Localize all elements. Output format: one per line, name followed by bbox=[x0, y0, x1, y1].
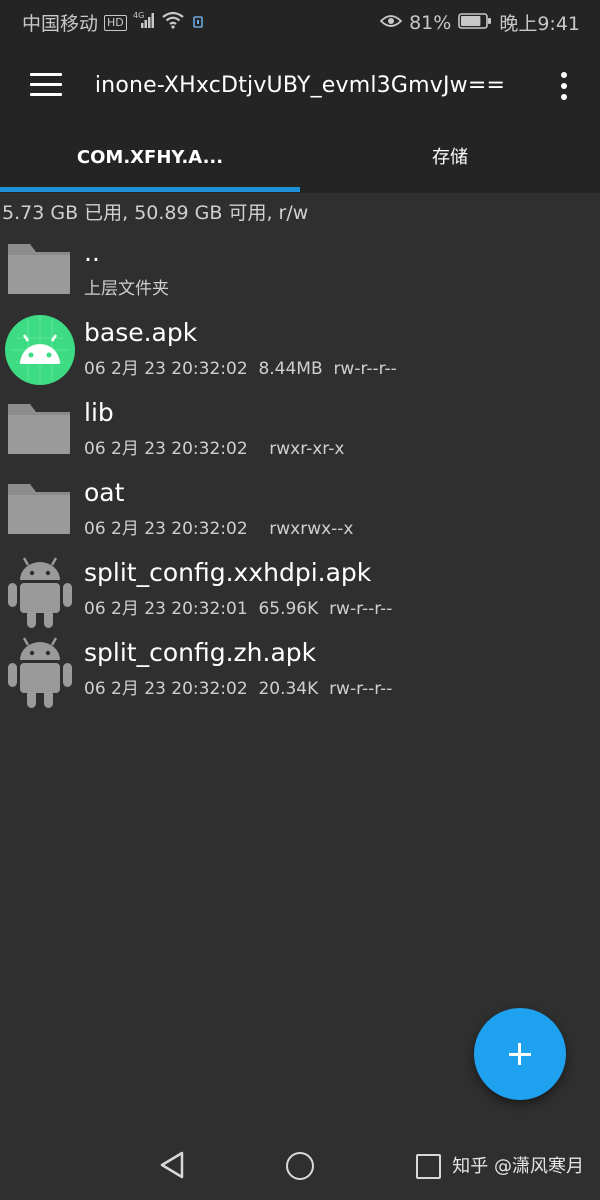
tab-bar: COM.XFHY.A... 存储 bbox=[0, 135, 600, 193]
wifi-icon bbox=[161, 11, 185, 34]
folder-icon bbox=[4, 476, 76, 544]
status-left: 中国移动 HD 4G bbox=[22, 9, 205, 36]
file-name: oat bbox=[84, 478, 125, 507]
nav-back-icon[interactable] bbox=[158, 1150, 186, 1184]
signal-icon: 4G bbox=[133, 11, 155, 34]
nav-recents-icon[interactable] bbox=[416, 1154, 441, 1179]
file-name: .. bbox=[84, 238, 100, 267]
hd-badge: HD bbox=[104, 14, 127, 31]
toolbar-title: inone-XHxcDtjvUBY_evml3GmvJw== bbox=[94, 73, 506, 98]
android-app-icon bbox=[4, 315, 76, 385]
file-name: base.apk bbox=[84, 318, 198, 347]
folder-icon bbox=[4, 236, 76, 304]
file-row-split-zh[interactable]: split_config.zh.apk 06 2月 23 20:32:02 20… bbox=[0, 628, 600, 708]
file-row-parent[interactable]: .. 上层文件夹 bbox=[0, 228, 600, 308]
tab-storage[interactable]: 存储 bbox=[300, 135, 600, 193]
android-robot-icon bbox=[4, 556, 76, 628]
file-row-oat[interactable]: oat 06 2月 23 20:32:02 rwxrwx--x bbox=[0, 468, 600, 548]
tab-package[interactable]: COM.XFHY.A... bbox=[0, 135, 300, 193]
nav-home-icon[interactable] bbox=[286, 1152, 314, 1180]
battery-icon bbox=[458, 12, 492, 34]
file-meta: 06 2月 23 20:32:02 8.44MB rw-r--r-- bbox=[84, 359, 397, 379]
nfc-icon bbox=[191, 12, 205, 34]
file-meta: 06 2月 23 20:32:02 rwxrwx--x bbox=[84, 519, 354, 539]
folder-icon bbox=[4, 396, 76, 464]
status-right: 81% 晚上9:41 bbox=[379, 9, 580, 36]
clock: 晚上9:41 bbox=[499, 13, 580, 35]
file-list: .. 上层文件夹 base.apk 06 2月 23 20:32:02 8.44… bbox=[0, 228, 600, 708]
file-name: split_config.zh.apk bbox=[84, 638, 317, 667]
file-name: split_config.xxhdpi.apk bbox=[84, 558, 372, 587]
watermark: 知乎 @潇风寒月 bbox=[452, 1156, 584, 1177]
add-fab-button[interactable] bbox=[474, 1008, 566, 1100]
android-robot-icon bbox=[4, 636, 76, 708]
tab-indicator bbox=[0, 187, 300, 192]
more-options-icon[interactable] bbox=[560, 72, 568, 100]
signal-label: 4G bbox=[133, 11, 144, 20]
carrier-label: 中国移动 bbox=[22, 13, 99, 35]
storage-info: 5.73 GB 已用, 50.89 GB 可用, r/w bbox=[2, 202, 309, 224]
app-toolbar: inone-XHxcDtjvUBY_evml3GmvJw== bbox=[0, 40, 600, 135]
status-bar: 中国移动 HD 4G 81% 晚上9:41 bbox=[0, 0, 600, 40]
file-meta: 06 2月 23 20:32:02 20.34K rw-r--r-- bbox=[84, 679, 393, 699]
file-row-lib[interactable]: lib 06 2月 23 20:32:02 rwxr-xr-x bbox=[0, 388, 600, 468]
file-meta: 06 2月 23 20:32:02 rwxr-xr-x bbox=[84, 439, 345, 459]
file-meta: 06 2月 23 20:32:01 65.96K rw-r--r-- bbox=[84, 599, 393, 619]
battery-percent: 81% bbox=[409, 11, 452, 34]
file-row-base-apk[interactable]: base.apk 06 2月 23 20:32:02 8.44MB rw-r--… bbox=[0, 308, 600, 388]
file-row-split-xxhdpi[interactable]: split_config.xxhdpi.apk 06 2月 23 20:32:0… bbox=[0, 548, 600, 628]
file-meta: 上层文件夹 bbox=[84, 279, 169, 299]
file-name: lib bbox=[84, 398, 114, 427]
eye-comfort-icon bbox=[379, 12, 403, 34]
